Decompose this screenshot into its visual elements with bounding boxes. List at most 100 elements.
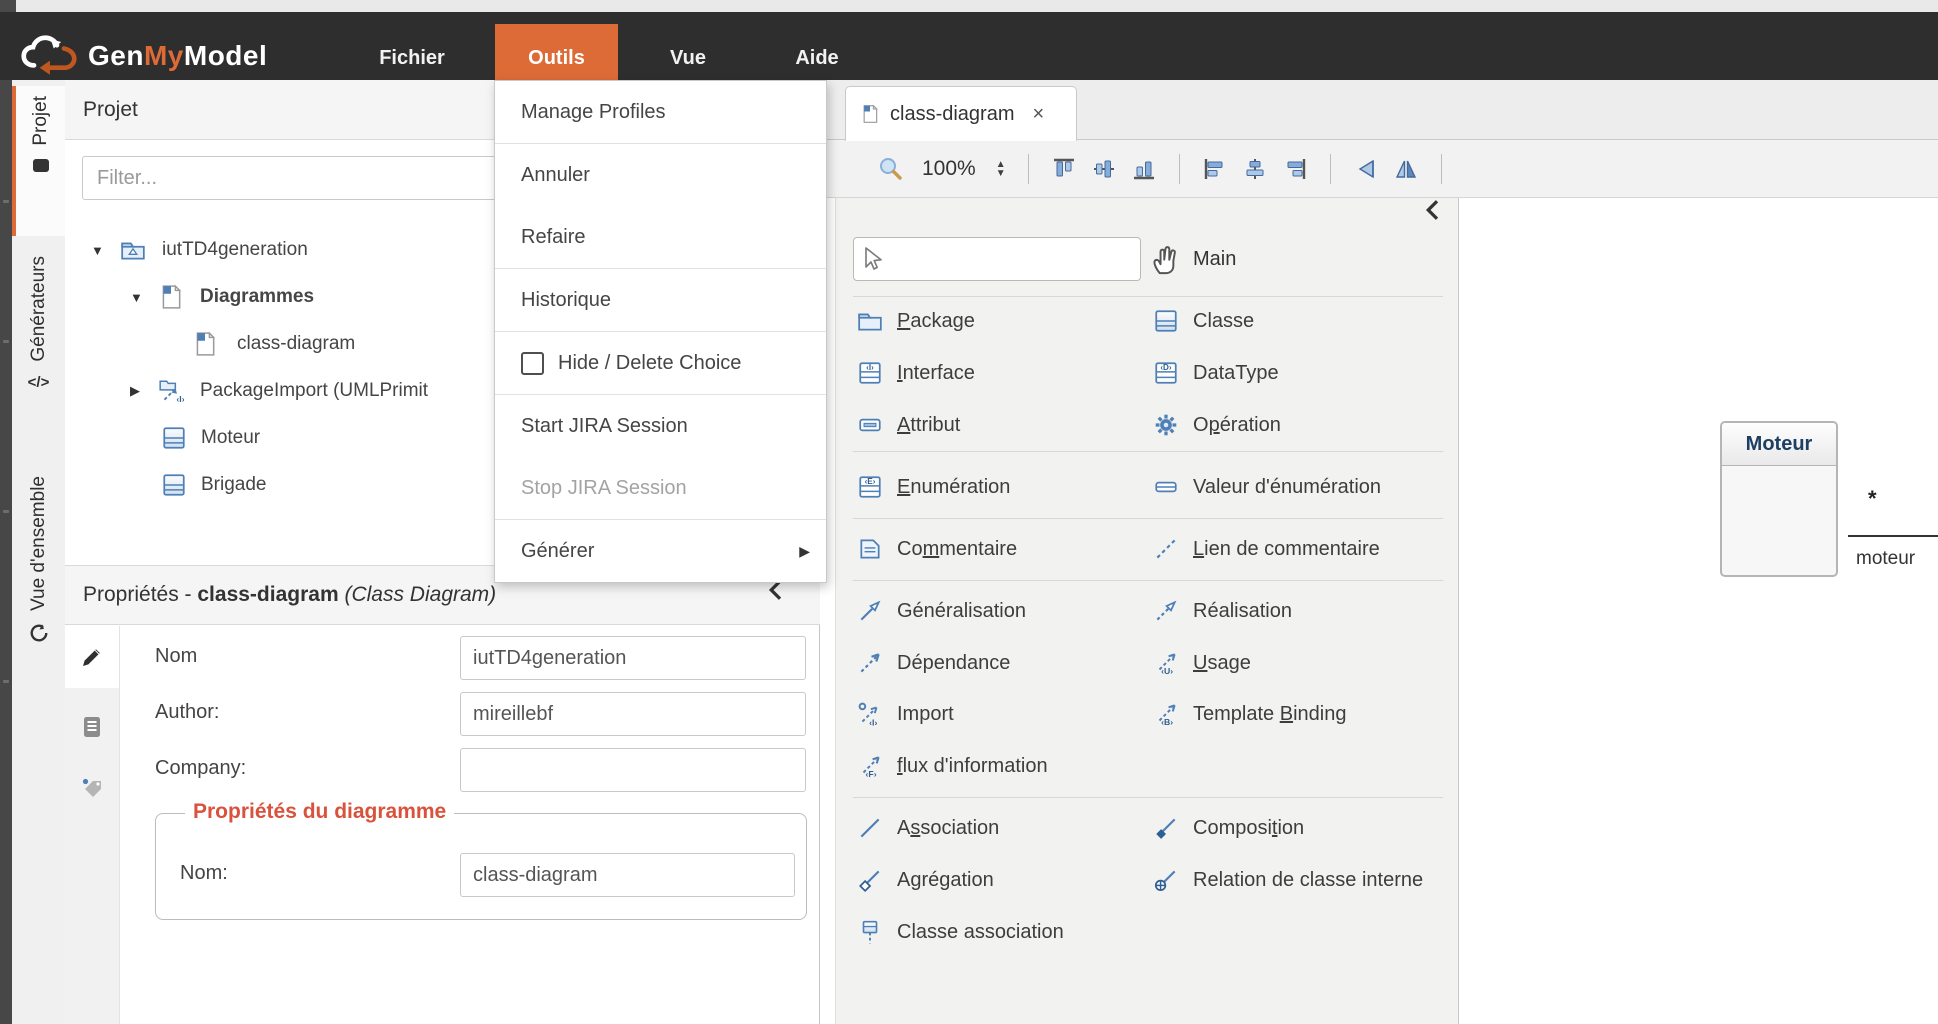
palette-item-realisation[interactable]: Réalisation xyxy=(1153,590,1292,632)
palette-item-dependance[interactable]: Dépendance xyxy=(857,642,1010,684)
tree-item-moteur[interactable]: Moteur xyxy=(161,418,260,458)
align-top-button[interactable] xyxy=(1051,156,1077,182)
close-tab-icon[interactable]: × xyxy=(1032,103,1044,126)
align-left-button[interactable] xyxy=(1202,156,1228,182)
palette-item-import[interactable]: ‹I› Import xyxy=(857,693,954,735)
tree-item-root[interactable]: ▼ iutTD4generation xyxy=(91,230,308,270)
palette-item-usage[interactable]: ‹U› Usage xyxy=(1153,642,1251,684)
field-company-input[interactable] xyxy=(460,748,806,792)
field-label-nom: Nom xyxy=(155,645,197,668)
align-middle-button[interactable] xyxy=(1091,156,1117,182)
menu-item-annuler[interactable]: Annuler xyxy=(495,144,826,206)
information-flow-icon: ‹F› xyxy=(857,753,883,779)
palette-item-classe-association[interactable]: Classe association xyxy=(857,911,1064,953)
package-import-icon: ‹I› xyxy=(158,378,184,404)
rail-tab-generateurs-label: Générateurs xyxy=(28,256,50,362)
field-diagram-nom-input[interactable] xyxy=(460,853,795,897)
flip-left-icon xyxy=(1354,157,1378,181)
palette-item-composition[interactable]: Composition xyxy=(1153,807,1304,849)
rail-tab-projet[interactable]: Projet xyxy=(12,86,65,236)
palette-item-flux-information[interactable]: ‹F› flux d'information xyxy=(857,745,1048,787)
attribute-icon xyxy=(857,412,883,438)
menu-item-manage-profiles[interactable]: Manage Profiles xyxy=(495,81,826,143)
menu-item-hide-delete-choice[interactable]: Hide / Delete Choice xyxy=(495,332,826,394)
palette-item-valeur-enumeration[interactable]: Valeur d'énumération xyxy=(1153,466,1381,508)
palette-item-classe[interactable]: Classe xyxy=(1153,300,1254,342)
caret-down-icon[interactable]: ▼ xyxy=(91,243,107,258)
palette-item-agregation[interactable]: Agrégation xyxy=(857,859,994,901)
properties-tab-doc[interactable] xyxy=(65,696,119,758)
palette-item-package[interactable]: Package xyxy=(857,300,975,342)
properties-title-type: (Class Diagram) xyxy=(344,583,496,606)
package-icon xyxy=(857,308,883,334)
association-role-label[interactable]: moteur xyxy=(1856,548,1915,570)
editor-tab-class-diagram[interactable]: class-diagram × xyxy=(845,86,1077,141)
menu-item-stop-jira-session[interactable]: Stop JIRA Session xyxy=(495,457,826,519)
svg-text:‹I›: ‹I› xyxy=(866,363,874,372)
rail-tab-generateurs[interactable]: Générateurs </> xyxy=(12,246,65,456)
collapse-properties-icon[interactable] xyxy=(768,580,782,600)
align-left-icon xyxy=(1203,157,1227,181)
palette-item-enumeration[interactable]: ‹E› Enumération xyxy=(857,466,1010,508)
tree-item-class-diagram[interactable]: class-diagram xyxy=(192,324,355,364)
association-edge[interactable] xyxy=(1848,535,1938,537)
palette-item-relation-classe-interne[interactable]: Relation de classe interne xyxy=(1153,859,1423,901)
palette-pan-tool[interactable]: Main xyxy=(1149,237,1236,281)
palette-pan-label: Main xyxy=(1193,248,1236,271)
project-filter-input[interactable] xyxy=(82,156,562,200)
rail-tab-vue-densemble[interactable]: Vue d'ensemble xyxy=(12,466,65,726)
palette-item-label: Généralisation xyxy=(897,600,1026,623)
properties-tab-edit[interactable] xyxy=(65,626,119,688)
checkbox-icon[interactable] xyxy=(521,352,544,375)
properties-tab-tags[interactable] xyxy=(65,758,119,820)
palette-item-label: Commentaire xyxy=(897,538,1017,561)
palette-item-label: flux d'information xyxy=(897,755,1048,778)
generalization-icon xyxy=(857,598,883,624)
zoom-button[interactable] xyxy=(878,156,904,182)
flip-left-button[interactable] xyxy=(1353,156,1379,182)
app-logo[interactable]: GenMyModel xyxy=(20,32,267,80)
palette-item-lien-de-commentaire[interactable]: Lien de commentaire xyxy=(1153,528,1380,570)
palette-separator xyxy=(853,797,1443,798)
uml-class-title[interactable]: Moteur xyxy=(1722,423,1836,466)
magnifier-icon xyxy=(878,156,904,182)
palette-selection-tool[interactable] xyxy=(853,237,1141,281)
toolbar-separator xyxy=(1441,154,1442,184)
field-label-diagram-nom: Nom: xyxy=(180,862,228,885)
palette-item-datatype[interactable]: ‹D› DataType xyxy=(1153,352,1279,394)
align-right-button[interactable] xyxy=(1282,156,1308,182)
palette-item-generalisation[interactable]: Généralisation xyxy=(857,590,1026,632)
menu-item-refaire[interactable]: Refaire xyxy=(495,206,826,268)
properties-title-name: class-diagram xyxy=(197,583,338,606)
caret-down-icon[interactable]: ▼ xyxy=(130,290,146,305)
zoom-down-icon[interactable]: ▼ xyxy=(996,169,1006,178)
field-nom-input[interactable] xyxy=(460,636,806,680)
palette-item-operation[interactable]: Opération xyxy=(1153,404,1281,446)
uml-class-moteur[interactable]: Moteur xyxy=(1720,421,1838,577)
menu-item-historique[interactable]: Historique xyxy=(495,269,826,331)
palette-item-interface[interactable]: ‹I› Interface xyxy=(857,352,975,394)
menu-item-start-jira-session[interactable]: Start JIRA Session xyxy=(495,395,826,457)
gear-icon xyxy=(1153,412,1179,438)
align-right-icon xyxy=(1283,157,1307,181)
field-author-input[interactable] xyxy=(460,692,806,736)
collapse-palette-icon[interactable] xyxy=(1425,200,1439,220)
tree-item-brigade[interactable]: Brigade xyxy=(161,465,267,505)
palette-item-attribut[interactable]: Attribut xyxy=(857,404,960,446)
tree-item-packageimport[interactable]: ▶ ‹I› PackageImport (UMLPrimit xyxy=(130,371,428,411)
svg-text:‹B›: ‹B› xyxy=(1161,717,1173,727)
tree-item-diagrammes[interactable]: ▼ Diagrammes xyxy=(130,277,314,317)
tree-item-label: PackageImport (UMLPrimit xyxy=(200,380,428,402)
palette-item-label: Interface xyxy=(897,362,975,385)
flip-horizontal-button[interactable] xyxy=(1393,156,1419,182)
palette-item-association[interactable]: Association xyxy=(857,807,999,849)
template-binding-icon: ‹B› xyxy=(1153,701,1179,727)
palette-item-commentaire[interactable]: Commentaire xyxy=(857,528,1017,570)
caret-right-icon[interactable]: ▶ xyxy=(130,383,146,399)
align-bottom-button[interactable] xyxy=(1131,156,1157,182)
association-multiplicity[interactable]: * xyxy=(1868,486,1877,512)
align-center-button[interactable] xyxy=(1242,156,1268,182)
palette-item-template-binding[interactable]: ‹B› Template Binding xyxy=(1153,693,1346,735)
zoom-stepper[interactable]: ▲▼ xyxy=(996,160,1006,178)
menu-item-generer[interactable]: Générer ▶ xyxy=(495,520,826,582)
